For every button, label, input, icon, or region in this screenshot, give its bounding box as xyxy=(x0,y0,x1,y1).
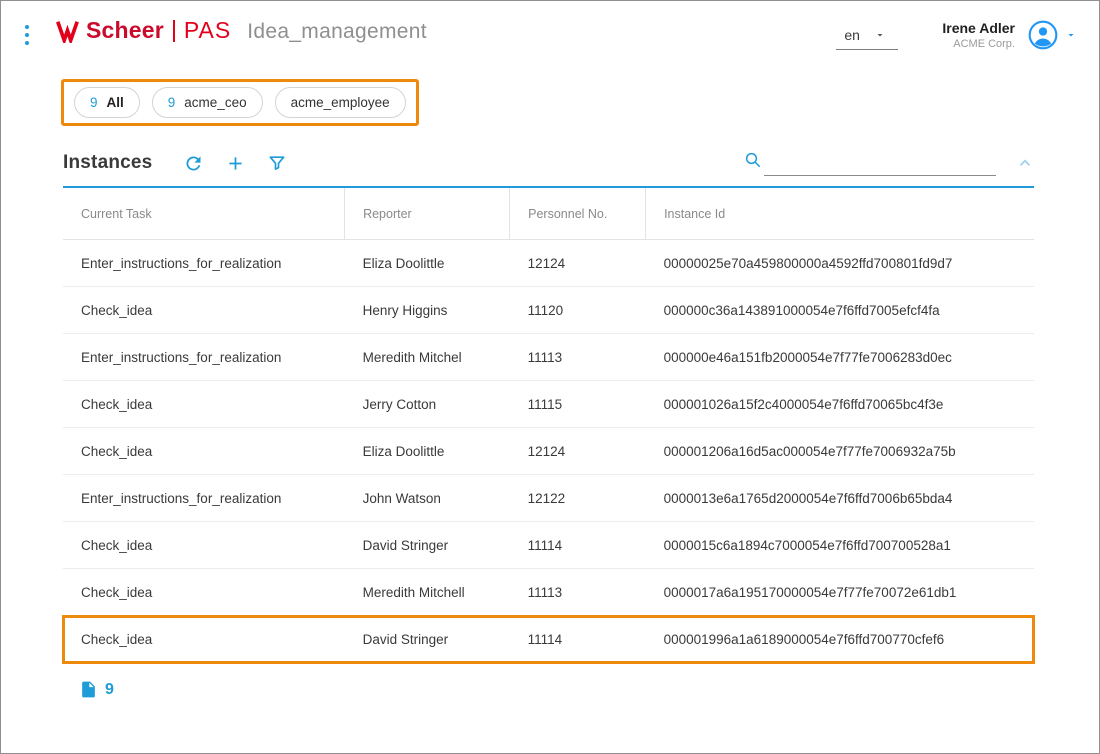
instances-toolbar: Instances xyxy=(63,150,1034,176)
table-cell: Check_idea xyxy=(63,287,345,334)
instances-table-wrap: Current TaskReporterPersonnel No.Instanc… xyxy=(63,186,1034,664)
table-cell: 000000e46a151fb2000054e7f77fe7006283d0ec xyxy=(646,334,1034,381)
table-cell: 12124 xyxy=(510,240,646,287)
scheer-logo-icon xyxy=(55,19,79,43)
table-cell: 12124 xyxy=(510,428,646,475)
table-row[interactable]: Enter_instructions_for_realizationEliza … xyxy=(63,240,1034,287)
chip-label: acme_employee xyxy=(291,95,390,110)
refresh-icon[interactable] xyxy=(180,150,206,176)
brand-logo: Scheer PAS xyxy=(55,17,231,44)
table-cell: 000000c36a143891000054e7f6ffd7005efcf4fa xyxy=(646,287,1034,334)
language-select[interactable]: en xyxy=(836,23,898,50)
table-row[interactable]: Check_ideaDavid Stringer111140000015c6a1… xyxy=(63,522,1034,569)
filter-icon[interactable] xyxy=(264,150,290,176)
app-window: Scheer PAS Idea_management en Irene Adle… xyxy=(0,0,1100,754)
table-cell: 000001996a1a6189000054e7f6ffd700770cfef6 xyxy=(646,616,1034,664)
user-org: ACME Corp. xyxy=(942,38,1015,50)
filter-chips-group: 9 All 9 acme_ceo acme_employee xyxy=(61,79,419,126)
table-cell: 11114 xyxy=(510,616,646,664)
table-row[interactable]: Enter_instructions_for_realizationJohn W… xyxy=(63,475,1034,522)
table-cell: 0000017a6a195170000054e7f77fe70072e61db1 xyxy=(646,569,1034,616)
table-cell: Meredith Mitchell xyxy=(345,569,510,616)
filter-chip[interactable]: 9 acme_ceo xyxy=(152,87,263,118)
filter-chip[interactable]: 9 All xyxy=(74,87,140,118)
table-cell: 12122 xyxy=(510,475,646,522)
table-row[interactable]: Check_ideaDavid Stringer11114000001996a1… xyxy=(63,616,1034,664)
document-icon xyxy=(79,680,98,699)
avatar-icon xyxy=(1027,19,1059,51)
table-cell: Enter_instructions_for_realization xyxy=(63,334,345,381)
table-cell: Check_idea xyxy=(63,616,345,664)
table-cell: Enter_instructions_for_realization xyxy=(63,475,345,522)
search-area xyxy=(744,151,996,176)
table-cell: 000001206a16d5ac000054e7f77fe7006932a75b xyxy=(646,428,1034,475)
brand-divider xyxy=(173,20,175,42)
table-row[interactable]: Check_ideaJerry Cotton11115000001026a15f… xyxy=(63,381,1034,428)
chip-label: All xyxy=(107,95,124,110)
user-menu[interactable]: Irene Adler ACME Corp. xyxy=(942,19,1077,51)
table-cell: Eliza Doolittle xyxy=(345,428,510,475)
instance-count: 9 xyxy=(105,681,114,699)
column-header: Instance Id xyxy=(646,187,1034,240)
column-header: Personnel No. xyxy=(510,187,646,240)
table-cell: David Stringer xyxy=(345,616,510,664)
table-row[interactable]: Check_ideaEliza Doolittle12124000001206a… xyxy=(63,428,1034,475)
add-icon[interactable] xyxy=(222,150,248,176)
table-cell: 000001026a15f2c4000054e7f6ffd70065bc4f3e xyxy=(646,381,1034,428)
table-cell: Eliza Doolittle xyxy=(345,240,510,287)
user-name: Irene Adler xyxy=(942,20,1015,36)
search-input[interactable] xyxy=(764,152,996,176)
table-header-row: Current TaskReporterPersonnel No.Instanc… xyxy=(63,187,1034,240)
page-title: Idea_management xyxy=(247,20,427,44)
collapse-chevron-icon[interactable] xyxy=(1016,154,1034,172)
table-row[interactable]: Enter_instructions_for_realizationMeredi… xyxy=(63,334,1034,381)
user-info: Irene Adler ACME Corp. xyxy=(942,20,1015,50)
chip-count: 9 xyxy=(168,95,176,110)
chip-label: acme_ceo xyxy=(184,95,246,110)
chevron-down-icon xyxy=(874,29,886,41)
table-body: Enter_instructions_for_realizationEliza … xyxy=(63,240,1034,664)
table-cell: David Stringer xyxy=(345,522,510,569)
brand-scheer: Scheer xyxy=(86,17,164,44)
table-cell: Check_idea xyxy=(63,569,345,616)
table-cell: 11113 xyxy=(510,569,646,616)
table-cell: Meredith Mitchel xyxy=(345,334,510,381)
table-cell: John Watson xyxy=(345,475,510,522)
instances-title: Instances xyxy=(63,152,152,174)
brand-pas: PAS xyxy=(184,17,231,44)
table-cell: 11115 xyxy=(510,381,646,428)
table-cell: 11113 xyxy=(510,334,646,381)
table-cell: Check_idea xyxy=(63,381,345,428)
table-cell: Check_idea xyxy=(63,522,345,569)
table-footer: 9 xyxy=(79,680,1099,699)
table-cell: 0000013e6a1765d2000054e7f6ffd7006b65bda4 xyxy=(646,475,1034,522)
filter-chip[interactable]: acme_employee xyxy=(275,87,406,118)
language-value: en xyxy=(844,27,860,43)
table-cell: 11114 xyxy=(510,522,646,569)
table-cell: Henry Higgins xyxy=(345,287,510,334)
column-header: Current Task xyxy=(63,187,345,240)
instances-table: Current TaskReporterPersonnel No.Instanc… xyxy=(63,186,1034,664)
search-icon xyxy=(744,151,762,174)
table-cell: Enter_instructions_for_realization xyxy=(63,240,345,287)
column-header: Reporter xyxy=(345,187,510,240)
chip-count: 9 xyxy=(90,95,98,110)
table-cell: 00000025e70a459800000a4592ffd700801fd9d7 xyxy=(646,240,1034,287)
table-row[interactable]: Check_ideaMeredith Mitchell111130000017a… xyxy=(63,569,1034,616)
table-cell: 0000015c6a1894c7000054e7f6ffd700700528a1 xyxy=(646,522,1034,569)
kebab-menu-icon[interactable] xyxy=(19,21,35,49)
table-cell: 11120 xyxy=(510,287,646,334)
top-bar: Scheer PAS Idea_management en Irene Adle… xyxy=(1,1,1099,51)
chevron-down-icon xyxy=(1065,29,1077,41)
table-cell: Check_idea xyxy=(63,428,345,475)
table-row[interactable]: Check_ideaHenry Higgins11120000000c36a14… xyxy=(63,287,1034,334)
table-cell: Jerry Cotton xyxy=(345,381,510,428)
